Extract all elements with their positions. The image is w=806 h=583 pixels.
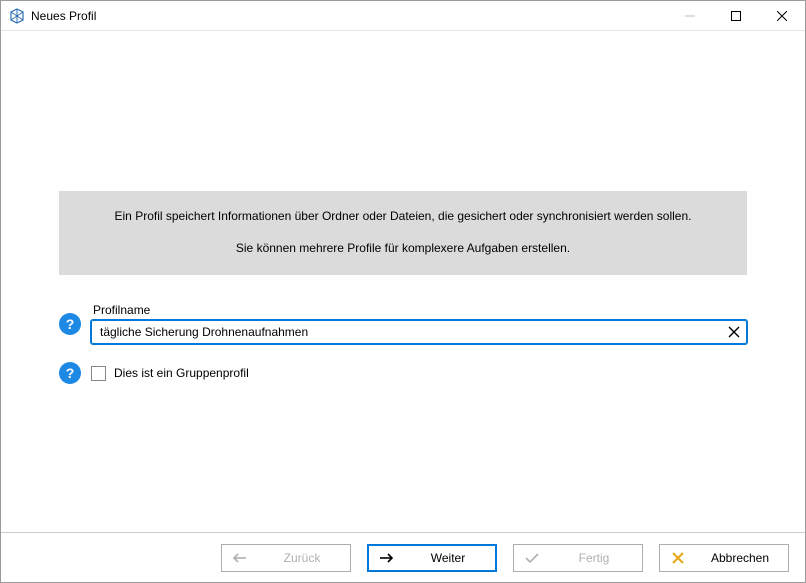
cancel-button[interactable]: Abbrechen: [659, 544, 789, 572]
app-icon: [9, 8, 25, 24]
group-profile-label: Dies ist ein Gruppenprofil: [114, 366, 249, 380]
group-profile-checkbox[interactable]: [91, 366, 106, 381]
arrow-left-icon: [232, 550, 248, 566]
info-line-2: Sie können mehrere Profile für komplexer…: [87, 239, 719, 257]
finish-label: Fertig: [556, 551, 632, 565]
cancel-label: Abbrechen: [702, 551, 778, 565]
info-line-1: Ein Profil speichert Informationen über …: [87, 207, 719, 225]
profilname-label: Profilname: [91, 303, 747, 317]
back-label: Zurück: [264, 551, 340, 565]
button-bar: Zurück Weiter Fertig Abbrechen: [1, 532, 805, 582]
content-area: Ein Profil speichert Informationen über …: [1, 31, 805, 532]
clear-input-icon[interactable]: [725, 323, 743, 341]
info-panel: Ein Profil speichert Informationen über …: [59, 191, 747, 275]
finish-button: Fertig: [513, 544, 643, 572]
cancel-icon: [670, 550, 686, 566]
profilname-input[interactable]: [91, 320, 747, 344]
next-button[interactable]: Weiter: [367, 544, 497, 572]
next-label: Weiter: [410, 551, 486, 565]
maximize-button[interactable]: [713, 1, 759, 31]
window-title: Neues Profil: [31, 9, 96, 23]
form-area: ? Profilname ? Dies ist ein Gruppenprofi…: [59, 303, 747, 384]
close-button[interactable]: [759, 1, 805, 31]
back-button: Zurück: [221, 544, 351, 572]
help-icon[interactable]: ?: [59, 362, 81, 384]
wizard-window: Neues Profil Ein Profil speichert Inform…: [0, 0, 806, 583]
arrow-right-icon: [378, 550, 394, 566]
check-icon: [524, 550, 540, 566]
minimize-button[interactable]: [667, 1, 713, 31]
help-icon[interactable]: ?: [59, 313, 81, 335]
titlebar: Neues Profil: [1, 1, 805, 31]
